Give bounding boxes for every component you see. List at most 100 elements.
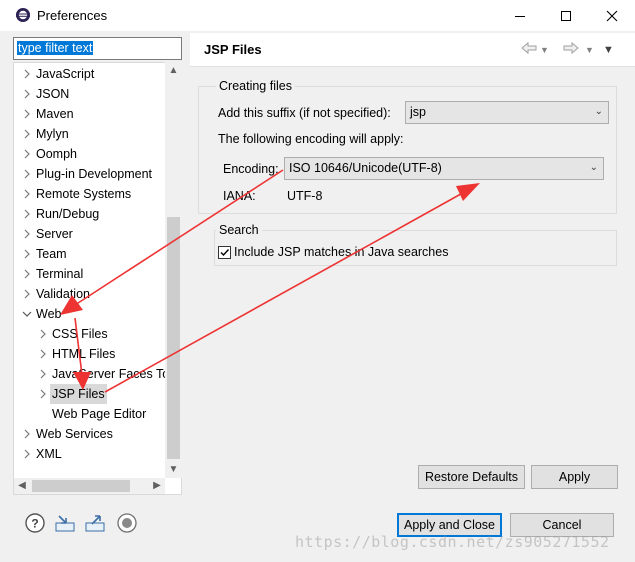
scroll-thumb[interactable] (167, 217, 180, 459)
tree-item[interactable]: CSS Files (14, 324, 181, 344)
scroll-thumb-horizontal[interactable] (32, 480, 130, 492)
chevron-right-icon[interactable] (21, 144, 33, 164)
tree-item[interactable]: Terminal (14, 264, 181, 284)
encoding-combo[interactable]: ISO 10646/Unicode(UTF-8) ⌄ (284, 157, 604, 180)
tree-horizontal-scrollbar[interactable]: ◀ ▶ (14, 478, 165, 494)
back-arrow-icon[interactable] (520, 41, 538, 58)
chevron-right-icon[interactable] (21, 204, 33, 224)
include-jsp-checkbox[interactable] (218, 246, 231, 259)
chevron-right-icon[interactable] (37, 324, 49, 344)
tree-item[interactable]: Web Page Editor (14, 404, 181, 424)
tree-item[interactable]: JavaServer Faces To (14, 364, 181, 384)
chevron-right-icon[interactable] (21, 224, 33, 244)
tree-item-label: Run/Debug (36, 207, 100, 221)
filter-text: type filter text (17, 41, 94, 55)
tree-item[interactable]: Validation (14, 284, 181, 304)
tree-item[interactable]: Web (14, 304, 181, 324)
iana-label: IANA: (223, 189, 256, 203)
chevron-right-icon[interactable] (37, 384, 49, 404)
preferences-tree[interactable]: JavaScript JSON Maven Mylyn Oomph Plug-in Dev… (13, 62, 182, 495)
view-menu-icon[interactable]: ▼ (603, 44, 614, 56)
chevron-down-icon[interactable] (21, 304, 33, 324)
tree-item-label: Oomph (36, 147, 77, 161)
filter-input[interactable]: type filter text (13, 37, 182, 60)
maximize-icon[interactable] (543, 0, 589, 31)
scroll-down-icon[interactable]: ▼ (165, 461, 182, 478)
watermark: https://blog.csdn.net/zs905271552 (295, 533, 610, 551)
tree-item[interactable]: Run/Debug (14, 204, 181, 224)
tree-item-label: Web Services (36, 427, 113, 441)
tree-item-label: JSP Files (50, 384, 107, 404)
creating-files-title: Creating files (216, 79, 295, 93)
page-title: JSP Files (204, 42, 262, 57)
chevron-right-icon[interactable] (21, 424, 33, 444)
tree-item-label: JavaServer Faces To (52, 367, 170, 381)
apply-button[interactable]: Apply (531, 465, 618, 489)
scroll-up-icon[interactable]: ▲ (165, 62, 182, 79)
include-jsp-label[interactable]: Include JSP matches in Java searches (234, 245, 448, 259)
tree-item-label: Validation (36, 287, 90, 301)
forward-dropdown-icon[interactable]: ▼ (585, 45, 594, 55)
chevron-right-icon[interactable] (21, 284, 33, 304)
chevron-right-icon[interactable] (37, 344, 49, 364)
tree-item[interactable]: HTML Files (14, 344, 181, 364)
record-icon[interactable] (116, 512, 138, 534)
tree-item-label: Team (36, 247, 67, 261)
tree-item[interactable]: XML (14, 444, 181, 464)
encoding-intro-label: The following encoding will apply: (218, 132, 404, 146)
page-header: JSP Files ▼ ▼ ▼ (190, 33, 635, 67)
tree-item-label: JavaScript (36, 67, 95, 81)
tree-item-label: Server (36, 227, 73, 241)
chevron-right-icon[interactable] (21, 124, 33, 144)
svg-text:?: ? (31, 517, 38, 531)
chevron-right-icon[interactable] (21, 84, 33, 104)
iana-value: UTF-8 (287, 189, 323, 203)
close-icon[interactable] (589, 0, 635, 31)
tree-item[interactable]: Maven (14, 104, 181, 124)
chevron-right-icon[interactable] (37, 364, 49, 384)
tree-item[interactable]: Server (14, 224, 181, 244)
title-bar: Preferences (0, 0, 635, 31)
tree-item-label: Maven (36, 107, 74, 121)
tree-item[interactable]: JSON (14, 84, 181, 104)
tree-item[interactable]: Remote Systems (14, 184, 181, 204)
chevron-right-icon[interactable] (21, 444, 33, 464)
tree-item-label: XML (36, 447, 62, 461)
tree-item[interactable]: Oomph (14, 144, 181, 164)
eclipse-app-icon (15, 7, 31, 23)
help-icon[interactable]: ? (24, 512, 46, 534)
chevron-down-icon: ⌄ (589, 162, 598, 173)
chevron-right-icon[interactable] (21, 104, 33, 124)
encoding-label: Encoding: (223, 162, 279, 176)
chevron-right-icon[interactable] (21, 64, 33, 84)
chevron-right-icon[interactable] (21, 264, 33, 284)
scroll-left-icon[interactable]: ◀ (14, 478, 30, 494)
tree-item-label: Plug-in Development (36, 167, 153, 181)
forward-arrow-icon[interactable] (562, 41, 580, 58)
tree-item[interactable]: Mylyn (14, 124, 181, 144)
tree-item-label: Terminal (36, 267, 84, 281)
tree-item-label: Mylyn (36, 127, 69, 141)
search-group-title: Search (216, 223, 262, 237)
tree-item[interactable]: Web Services (14, 424, 181, 444)
tree-item[interactable]: JSP Files (14, 384, 181, 404)
tree-item[interactable]: Team (14, 244, 181, 264)
restore-defaults-button[interactable]: Restore Defaults (418, 465, 525, 489)
tree-item-label: HTML Files (52, 347, 116, 361)
scroll-right-icon[interactable]: ▶ (149, 478, 165, 494)
import-icon[interactable] (54, 512, 76, 534)
chevron-right-icon[interactable] (21, 184, 33, 204)
back-dropdown-icon[interactable]: ▼ (540, 45, 549, 55)
tree-vertical-scrollbar[interactable]: ▲ ▼ (165, 62, 182, 478)
chevron-right-icon[interactable] (21, 164, 33, 184)
page-content: Creating files Add this suffix (if not s… (195, 68, 635, 498)
suffix-combo[interactable]: jsp ⌄ (405, 101, 609, 124)
chevron-right-icon[interactable] (21, 244, 33, 264)
minimize-icon[interactable] (497, 0, 543, 31)
export-icon[interactable] (84, 512, 106, 534)
tree-item[interactable]: Plug-in Development (14, 164, 181, 184)
tree-item-label: Web Page Editor (52, 407, 147, 421)
tree-item-label: Web (36, 307, 62, 321)
tree-item-label: Remote Systems (36, 187, 132, 201)
tree-item[interactable]: JavaScript (14, 64, 181, 84)
